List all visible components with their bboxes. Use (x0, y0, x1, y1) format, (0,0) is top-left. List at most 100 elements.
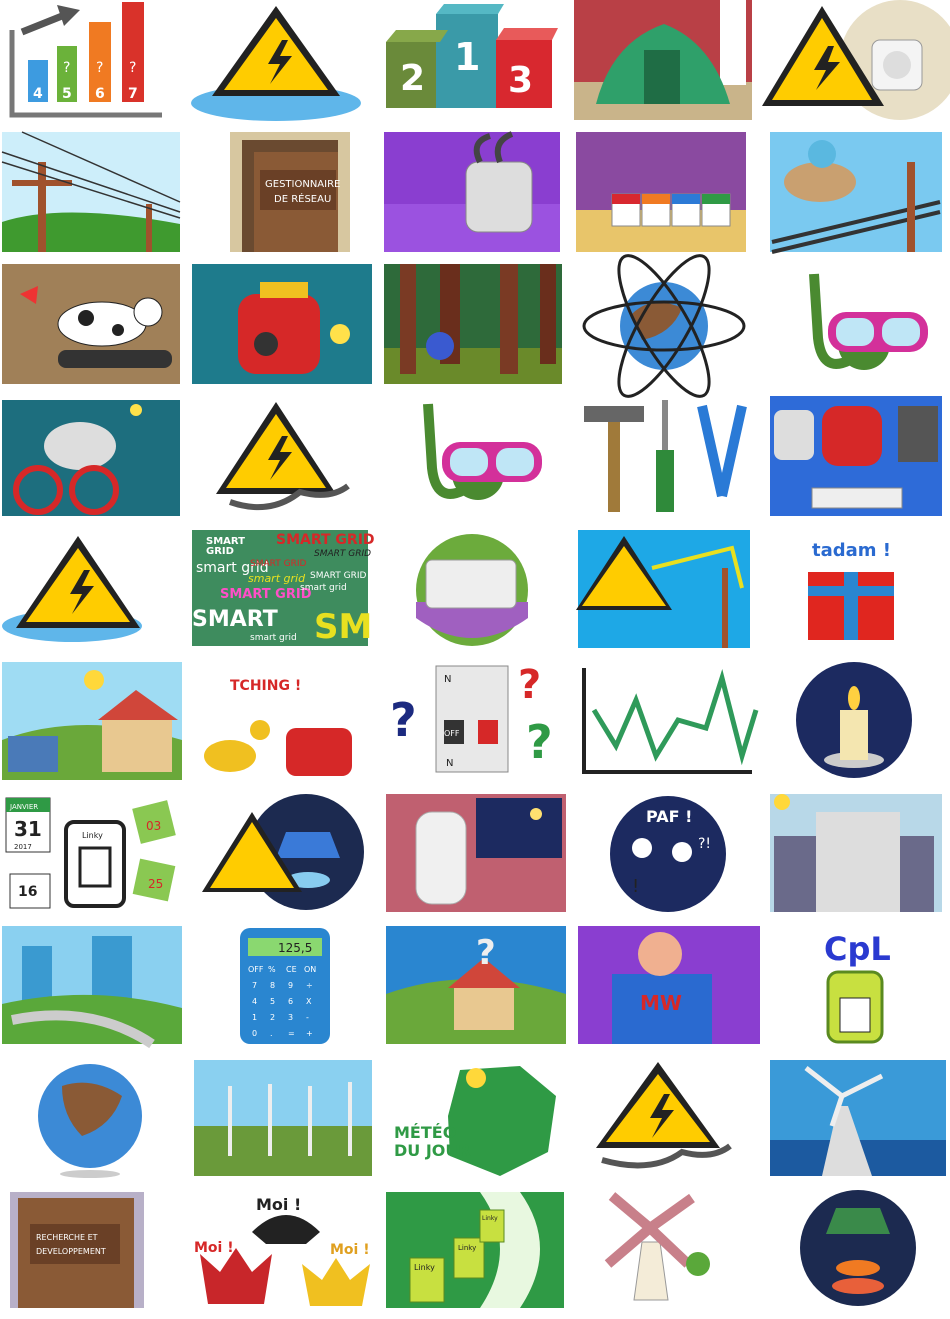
key-pct: % (268, 965, 276, 974)
key-on: ON (304, 965, 316, 974)
meteo-title-2: DU JOUR (394, 1141, 471, 1160)
linky-box-1: Linky (414, 1263, 435, 1272)
calendar-day: 31 (14, 817, 42, 841)
tile-warning-socket[interactable] (762, 0, 950, 131)
tile-snorkel-mask-2[interactable] (380, 396, 570, 527)
question-blue: ? (390, 693, 417, 747)
sg-9: SMART GRID (310, 571, 366, 581)
tile-podium[interactable]: 2 1 3 (380, 0, 570, 131)
tile-wind-farm[interactable] (190, 1056, 380, 1187)
sg-2: GRID (206, 546, 234, 557)
tile-bird-nest-pole[interactable] (762, 132, 950, 263)
sg-7: SMART GRID (220, 587, 312, 602)
key-8: 8 (270, 981, 275, 990)
sg-11: smart grid (250, 633, 297, 643)
calc-display: 125,5 (278, 941, 312, 955)
tile-smart-grid[interactable]: SMART GRID SMART GRID SMART GRID smart g… (190, 528, 380, 659)
tile-warning-lamp[interactable] (190, 792, 380, 923)
moi-3: Moi ! (330, 1242, 370, 1258)
tile-wind-turbine-sea[interactable] (762, 1056, 950, 1187)
chart-label-5: 5 (62, 86, 72, 102)
tile-city-building[interactable] (762, 792, 950, 923)
tile-house-question[interactable]: ? (380, 924, 570, 1055)
podium-2: 2 (400, 58, 425, 99)
tile-snorkel-mask-1[interactable] (762, 264, 950, 395)
rd-label-1: RECHERCHE ET (36, 1233, 98, 1242)
tile-breaker-questions[interactable]: N N OFF ? ? ? (380, 660, 570, 791)
tile-solar-wind-house[interactable] (2, 660, 192, 791)
tile-candle[interactable] (762, 660, 950, 791)
podium-3: 3 (508, 60, 533, 101)
meteo-title-1: MÉTÉO (394, 1123, 456, 1142)
tile-globe-clouds[interactable] (2, 1056, 192, 1187)
tile-line-chart[interactable] (572, 660, 762, 791)
tile-warning-cable-spark[interactable] (190, 396, 380, 527)
chart-label-6: 6 (95, 86, 105, 102)
tile-linky-army[interactable]: Linky Linky Linky (380, 1188, 570, 1319)
breaker-n-2: N (446, 758, 453, 769)
key-1: 1 (252, 1013, 257, 1022)
tile-superhero[interactable]: MW (572, 924, 762, 1055)
chart-label-7: 7 (128, 86, 138, 102)
tile-warning-cable-spark-2[interactable] (572, 1056, 762, 1187)
paf-marks-2: ! (632, 876, 639, 897)
sg-6: smart grid (248, 572, 306, 585)
tile-meteo-france[interactable]: MÉTÉO DU JOUR (380, 1056, 570, 1187)
tile-calendar-linky[interactable]: JANVIER 31 2017 16 03 25 Linky (2, 792, 192, 923)
tile-tools[interactable] (572, 396, 762, 527)
door-label-2: DE RÉSEAU (274, 192, 331, 205)
question-red: ? (518, 662, 541, 708)
tile-paf[interactable]: PAF ! ?! ! (572, 792, 762, 923)
calendar-month: JANVIER (9, 803, 38, 811)
key-x: X (306, 997, 312, 1006)
tile-cow-treadmill[interactable] (2, 264, 192, 395)
key-5: 5 (270, 997, 275, 1006)
door-label-1: GESTIONNAIRE (265, 179, 340, 190)
tile-lamp-zen[interactable] (762, 1188, 950, 1319)
paf-marks-1: ?! (698, 836, 711, 852)
key-6: 6 (288, 997, 293, 1006)
tile-tent[interactable] (572, 0, 762, 131)
key-dot: . (270, 1029, 273, 1038)
tile-cpl-bag[interactable]: CpL (762, 924, 950, 1055)
key-9: 9 (288, 981, 293, 990)
tile-warning-kite-lines[interactable] (572, 528, 762, 659)
tile-warning-puddle-2[interactable] (2, 528, 192, 659)
moi-2: Moi ! (194, 1240, 234, 1256)
key-plus: + (306, 1029, 313, 1038)
key-eq: = (288, 1029, 295, 1038)
key-3: 3 (288, 1013, 293, 1022)
tile-city-road[interactable] (2, 924, 192, 1055)
tile-paint-cans[interactable] (572, 132, 762, 263)
tile-network-manager-door[interactable]: GESTIONNAIRE DE RÉSEAU (190, 132, 380, 263)
calendar-day-3: 03 (146, 819, 161, 833)
key-div: ÷ (306, 981, 313, 990)
tile-fries-fryer-spark[interactable] (190, 264, 380, 395)
tile-gift-tadam[interactable]: tadam ! (762, 528, 950, 659)
tile-growth-chart[interactable]: 4 5 6 7 ? ? ? (2, 0, 192, 131)
key-0: 0 (252, 1029, 257, 1038)
moi-1: Moi ! (256, 1195, 301, 1214)
tile-power-lines-birds[interactable] (1, 131, 192, 263)
paf-label: PAF ! (646, 807, 692, 826)
tile-globe-pylon-atom[interactable] (572, 254, 762, 398)
tile-coins-tching[interactable]: TCHING ! (190, 660, 380, 791)
tile-forest-lost[interactable] (380, 264, 570, 395)
linky-box-3: Linky (482, 1215, 498, 1222)
tile-calculator[interactable]: 125,5 OFF % CE ON 7 8 9 ÷ 4 5 6 X 1 2 3 … (190, 924, 380, 1055)
podium-1: 1 (454, 35, 480, 79)
sg-13: SMART GRID (250, 559, 306, 569)
tile-burnt-toaster[interactable] (380, 131, 570, 263)
tile-rd-door[interactable]: RECHERCHE ET DEVELOPPEMENT (2, 1188, 192, 1319)
gift-label: tadam ! (812, 540, 891, 561)
tile-appliances-power-strip[interactable] (762, 396, 950, 527)
tile-water-heater-night[interactable] (380, 792, 570, 923)
hero-chest: MW (640, 991, 682, 1015)
calendar-day-2: 16 (18, 884, 37, 900)
tile-mouse-bike[interactable] (2, 396, 192, 527)
tile-radiator[interactable] (380, 528, 570, 659)
cpl-label: CpL (824, 930, 891, 968)
tile-warning-puddle[interactable] (190, 0, 380, 131)
tile-crowns-moi[interactable]: Moi ! Moi ! Moi ! (190, 1188, 380, 1319)
tile-windmill[interactable] (572, 1188, 762, 1319)
